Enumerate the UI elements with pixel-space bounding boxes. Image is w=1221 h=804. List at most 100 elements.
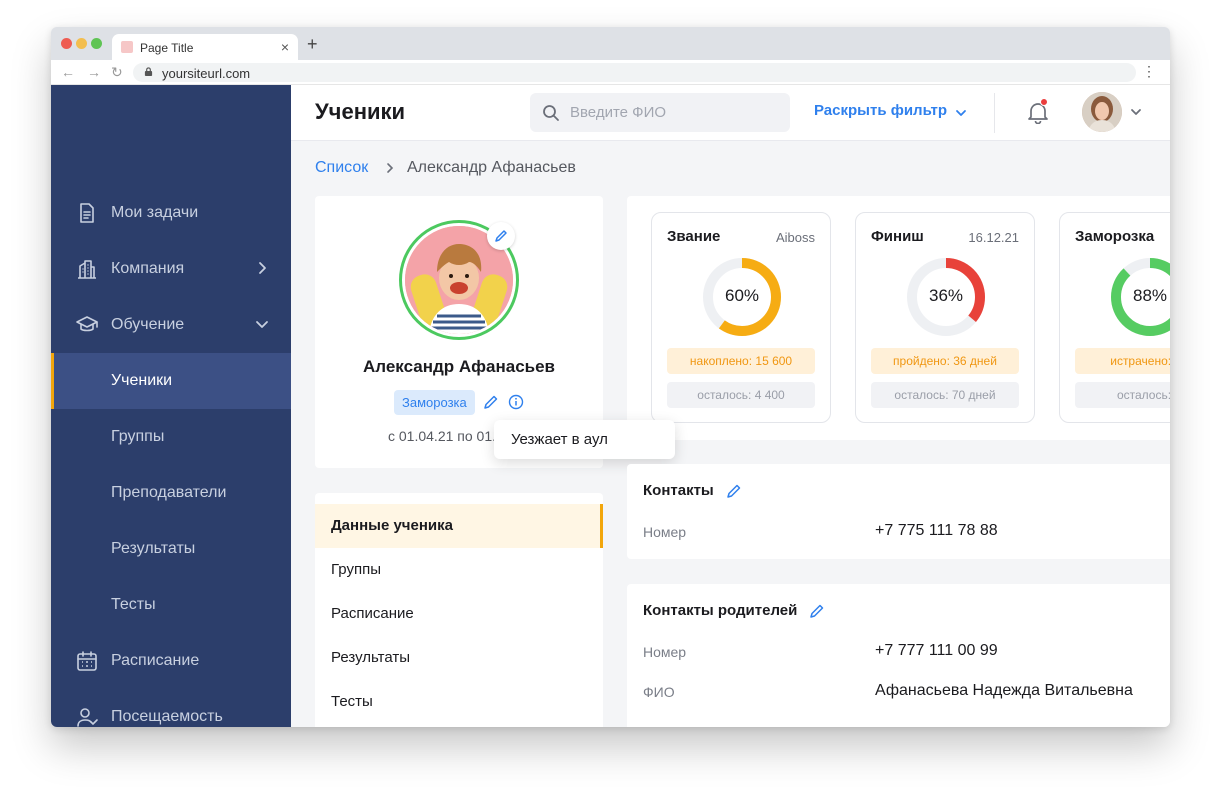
pencil-icon[interactable] bbox=[726, 483, 742, 499]
sidebar-item-attendance[interactable]: Посещаемость bbox=[51, 689, 291, 727]
close-tab-icon[interactable]: × bbox=[281, 39, 289, 55]
breadcrumb-current: Александр Афанасьев bbox=[407, 159, 576, 176]
top-header: Ученики Введите ФИО Раскрыть фильтр bbox=[291, 85, 1170, 141]
graduation-cap-icon bbox=[76, 316, 98, 332]
field-value: +7 777 111 00 99 bbox=[875, 642, 998, 659]
stat-card-freeze: Заморозка 88% истрачено: 27 осталось: 3 bbox=[1059, 212, 1170, 423]
search-placeholder: Введите ФИО bbox=[570, 104, 667, 121]
search-input[interactable]: Введите ФИО bbox=[530, 93, 790, 132]
sidebar-item-company[interactable]: Компания bbox=[51, 241, 291, 297]
user-avatar[interactable] bbox=[1082, 92, 1122, 132]
menu-item-label: Данные ученика bbox=[331, 517, 453, 534]
pencil-icon[interactable] bbox=[809, 603, 825, 619]
document-icon bbox=[80, 203, 94, 223]
chevron-down-icon[interactable] bbox=[1130, 106, 1142, 118]
menu-item-label: Результаты bbox=[331, 649, 410, 666]
field-label: Номер bbox=[643, 644, 687, 660]
info-icon[interactable] bbox=[508, 394, 524, 410]
stat-chip-primary: истрачено: 27 bbox=[1075, 348, 1170, 374]
menu-item-tests[interactable]: Тесты bbox=[315, 680, 603, 724]
page-title: Ученики bbox=[315, 99, 406, 124]
sidebar-item-tests[interactable]: Тесты bbox=[51, 577, 291, 633]
breadcrumb-link-list[interactable]: Список bbox=[315, 159, 368, 176]
menu-item-student-data[interactable]: Данные ученика bbox=[315, 504, 603, 548]
student-section-menu: Данные ученика Группы Расписание Результ… bbox=[315, 493, 603, 727]
contacts-section: Контакты Номер +7 775 111 78 88 bbox=[627, 464, 1170, 559]
sidebar-item-schedule[interactable]: Расписание bbox=[51, 633, 291, 689]
chevron-down-icon bbox=[956, 110, 966, 116]
favicon-icon bbox=[121, 41, 133, 53]
freeze-dates: с 01.04.21 по 01. bbox=[388, 428, 496, 444]
chevron-right-icon bbox=[259, 262, 266, 274]
stat-percent: 60% bbox=[724, 286, 760, 305]
stat-chip-primary: пройдено: 36 дней bbox=[871, 348, 1019, 374]
stat-subtitle: 16.12.21 bbox=[968, 230, 1019, 245]
avatar-image bbox=[1082, 92, 1122, 132]
sidebar-item-label: Расписание bbox=[111, 652, 200, 669]
user-check-icon bbox=[77, 708, 98, 727]
breadcrumb: Список Александр Афанасьев bbox=[315, 159, 576, 177]
sidebar-item-groups[interactable]: Группы bbox=[51, 409, 291, 465]
menu-item-label: Тесты bbox=[331, 693, 373, 710]
lock-icon bbox=[144, 67, 153, 76]
stat-card-rank: Звание Aiboss 60% накоплено: 15 600 оста… bbox=[651, 212, 831, 423]
menu-item-label: Группы bbox=[331, 561, 381, 578]
student-name: Александр Афанасьев bbox=[362, 357, 555, 376]
field-value: +7 775 111 78 88 bbox=[875, 522, 998, 539]
chevron-down-icon bbox=[256, 321, 268, 328]
sidebar-item-label: Ученики bbox=[111, 372, 173, 389]
sidebar-item-label: Обучение bbox=[111, 316, 185, 333]
forward-arrow-icon[interactable]: → bbox=[87, 64, 101, 80]
sidebar-item-label: Результаты bbox=[111, 540, 196, 557]
search-icon bbox=[543, 105, 559, 121]
menu-item-groups[interactable]: Группы bbox=[315, 548, 603, 592]
reload-icon[interactable]: ↻ bbox=[111, 64, 123, 81]
edit-photo-button[interactable] bbox=[487, 222, 515, 250]
sidebar: Мои задачи Компания Обучение Ученики Гру… bbox=[51, 85, 291, 727]
menu-item-schedule[interactable]: Расписание bbox=[315, 592, 603, 636]
stat-title: Заморозка bbox=[1075, 228, 1155, 245]
maximize-window-button[interactable] bbox=[91, 38, 102, 49]
field-value: Афанасьева Надежда Витальевна bbox=[875, 682, 1133, 699]
field-label: ФИО bbox=[643, 684, 675, 700]
sidebar-item-education[interactable]: Обучение bbox=[51, 297, 291, 353]
browser-menu-icon[interactable]: ⋮ bbox=[1142, 63, 1156, 80]
sidebar-item-teachers[interactable]: Преподаватели bbox=[51, 465, 291, 521]
sidebar-item-label: Группы bbox=[111, 428, 165, 445]
sidebar-item-my-tasks[interactable]: Мои задачи bbox=[51, 185, 291, 241]
sidebar-item-students[interactable]: Ученики bbox=[51, 353, 291, 409]
section-title: Контакты родителей bbox=[643, 602, 798, 619]
back-arrow-icon[interactable]: ← bbox=[61, 64, 75, 80]
url-field[interactable]: yoursiteurl.com bbox=[133, 63, 1136, 82]
stat-percent: 88% bbox=[1132, 286, 1168, 305]
stat-card-finish: Финиш 16.12.21 36% пройдено: 36 дней ост… bbox=[855, 212, 1035, 423]
stat-chip-remaining: осталось: 4 400 bbox=[667, 382, 815, 408]
url-text: yoursiteurl.com bbox=[162, 66, 251, 81]
status-badge: Заморозка bbox=[394, 390, 475, 415]
notifications-button[interactable] bbox=[1027, 98, 1049, 125]
sidebar-item-label: Посещаемость bbox=[111, 708, 223, 725]
building-icon bbox=[78, 260, 96, 279]
sidebar-item-label: Компания bbox=[111, 260, 185, 277]
stat-chip-primary: накоплено: 15 600 bbox=[667, 348, 815, 374]
minimize-window-button[interactable] bbox=[76, 38, 87, 49]
status-tooltip: Уезжает в аул bbox=[494, 420, 675, 459]
close-window-button[interactable] bbox=[61, 38, 72, 49]
header-divider bbox=[994, 93, 995, 133]
sidebar-item-label: Тесты bbox=[111, 596, 156, 613]
tab-title: Page Title bbox=[140, 41, 194, 55]
stat-title: Финиш bbox=[871, 228, 924, 245]
browser-tab[interactable]: Page Title × bbox=[112, 34, 298, 60]
browser-window: Page Title × + ← → ↻ yoursiteurl.com ⋮ М… bbox=[51, 27, 1170, 727]
menu-item-results[interactable]: Результаты bbox=[315, 636, 603, 680]
new-tab-icon[interactable]: + bbox=[307, 34, 318, 55]
field-label: Номер bbox=[643, 524, 687, 540]
sidebar-item-results[interactable]: Результаты bbox=[51, 521, 291, 577]
pencil-icon[interactable] bbox=[483, 394, 499, 410]
stat-title: Звание bbox=[667, 228, 721, 245]
stat-percent: 36% bbox=[928, 286, 964, 305]
expand-filter-button[interactable]: Раскрыть фильтр bbox=[814, 102, 966, 119]
expand-filter-label: Раскрыть фильтр bbox=[814, 102, 947, 119]
pencil-icon bbox=[495, 230, 507, 242]
notification-dot bbox=[1040, 98, 1048, 106]
